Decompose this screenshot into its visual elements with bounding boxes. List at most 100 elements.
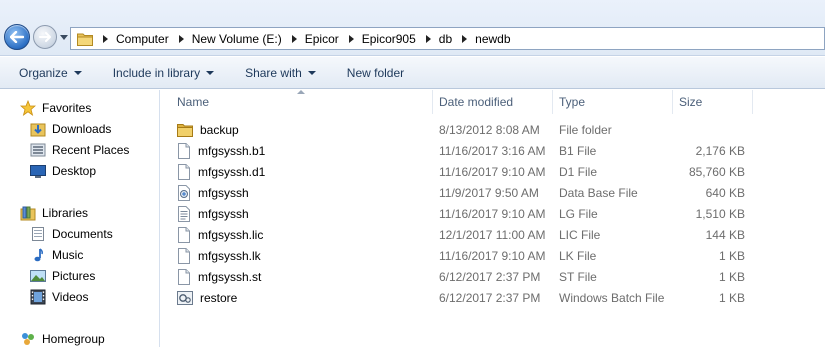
music-note-icon bbox=[34, 247, 43, 261]
database-file-icon bbox=[178, 184, 190, 201]
file-row[interactable]: mfgsyssh 11/9/2017 9:50 AM Data Base Fil… bbox=[161, 182, 825, 203]
nav-documents[interactable]: Documents bbox=[30, 223, 113, 244]
column-header-type[interactable]: Type bbox=[553, 90, 673, 114]
nav-videos[interactable]: Videos bbox=[30, 286, 88, 307]
batch-file-icon bbox=[177, 290, 193, 305]
file-name: backup bbox=[200, 122, 239, 137]
chevron-down-icon bbox=[73, 70, 82, 75]
breadcrumb-separator-icon[interactable] bbox=[291, 34, 297, 43]
new-folder-button[interactable]: New folder bbox=[337, 57, 414, 88]
address-box[interactable]: Computer New Volume (E:) Epicor Epicor90… bbox=[70, 27, 825, 50]
nav-recent-places[interactable]: Recent Places bbox=[30, 139, 129, 160]
breadcrumb-epicor905[interactable]: Epicor905 bbox=[362, 32, 416, 46]
nav-pictures-label: Pictures bbox=[52, 268, 96, 283]
nav-videos-label: Videos bbox=[52, 289, 89, 304]
share-with-button[interactable]: Share with bbox=[235, 57, 326, 88]
file-row[interactable]: restore 6/12/2017 2:37 PM Windows Batch … bbox=[161, 287, 825, 308]
nav-recent-places-label: Recent Places bbox=[52, 142, 130, 157]
file-date: 12/1/2017 11:00 AM bbox=[439, 227, 546, 242]
back-arrow-icon bbox=[10, 31, 24, 43]
column-header-name-label: Name bbox=[177, 95, 210, 109]
file-icon bbox=[178, 247, 190, 264]
file-type: Data Base File bbox=[559, 185, 638, 200]
file-size: 1,510 KB bbox=[695, 206, 745, 221]
file-name-cell: mfgsyssh bbox=[177, 203, 249, 224]
nav-libraries[interactable]: Libraries bbox=[20, 202, 88, 223]
back-button[interactable] bbox=[4, 24, 30, 50]
file-date: 11/16/2017 3:16 AM bbox=[439, 143, 546, 158]
desktop-icon bbox=[30, 164, 46, 178]
column-header-type-label: Type bbox=[559, 95, 586, 109]
pictures-icon bbox=[30, 269, 46, 282]
breadcrumb-separator-icon[interactable] bbox=[103, 34, 108, 43]
breadcrumb-separator-icon[interactable] bbox=[348, 34, 354, 43]
file-name: mfgsyssh.lk bbox=[198, 248, 261, 263]
file-size: 144 KB bbox=[705, 227, 745, 242]
downloads-folder-icon bbox=[30, 123, 46, 136]
column-header-size-label: Size bbox=[679, 95, 703, 109]
breadcrumb-separator-icon[interactable] bbox=[178, 34, 184, 43]
nav-favorites-label: Favorites bbox=[42, 100, 92, 115]
breadcrumb-db[interactable]: db bbox=[439, 32, 452, 46]
file-name-cell: mfgsyssh.lk bbox=[177, 245, 261, 266]
file-row[interactable]: mfgsyssh.st 6/12/2017 2:37 PM ST File 1 … bbox=[161, 266, 825, 287]
nav-homegroup-label: Homegroup bbox=[42, 331, 105, 346]
file-name-cell: mfgsyssh.lic bbox=[177, 224, 263, 245]
file-name-cell: mfgsyssh bbox=[177, 182, 249, 203]
column-header-name[interactable]: Name bbox=[171, 90, 433, 114]
file-type: File folder bbox=[559, 122, 612, 137]
file-name: mfgsyssh.lic bbox=[198, 227, 264, 242]
forward-button[interactable] bbox=[33, 25, 57, 49]
breadcrumb-computer[interactable]: Computer bbox=[116, 32, 169, 46]
include-in-library-button[interactable]: Include in library bbox=[103, 57, 224, 88]
file-row[interactable]: mfgsyssh 11/16/2017 9:10 AM LG File 1,51… bbox=[161, 203, 825, 224]
nav-homegroup[interactable]: Homegroup bbox=[20, 328, 105, 347]
column-header-size[interactable]: Size bbox=[673, 90, 753, 114]
file-name-cell: mfgsyssh.d1 bbox=[177, 161, 265, 182]
file-date: 8/13/2012 8:08 AM bbox=[439, 122, 540, 137]
file-type: LK File bbox=[559, 248, 597, 263]
navigation-pane: Favorites Downloads Recent Places Deskto… bbox=[0, 90, 160, 347]
nav-favorites[interactable]: Favorites bbox=[20, 97, 91, 118]
organize-button[interactable]: Organize bbox=[9, 57, 92, 88]
file-type: LG File bbox=[559, 206, 598, 221]
file-date: 6/12/2017 2:37 PM bbox=[439, 269, 541, 284]
address-bar-region: Computer New Volume (E:) Epicor Epicor90… bbox=[0, 0, 825, 56]
breadcrumb-separator-icon[interactable] bbox=[425, 34, 431, 43]
chevron-down-icon bbox=[206, 70, 215, 75]
file-row[interactable]: mfgsyssh.lk 11/16/2017 9:10 AM LK File 1… bbox=[161, 245, 825, 266]
column-header-date-modified[interactable]: Date modified bbox=[433, 90, 553, 114]
forward-arrow-icon bbox=[39, 32, 51, 42]
file-row[interactable]: mfgsyssh.lic 12/1/2017 11:00 AM LIC File… bbox=[161, 224, 825, 245]
file-name-cell: restore bbox=[177, 287, 237, 308]
file-row[interactable]: backup 8/13/2012 8:08 AM File folder bbox=[161, 119, 825, 140]
nav-desktop[interactable]: Desktop bbox=[30, 160, 96, 181]
breadcrumb-separator-icon[interactable] bbox=[462, 34, 468, 43]
file-row[interactable]: mfgsyssh.b1 11/16/2017 3:16 AM B1 File 2… bbox=[161, 140, 825, 161]
file-name-cell: mfgsyssh.b1 bbox=[177, 140, 265, 161]
nav-pictures[interactable]: Pictures bbox=[30, 265, 95, 286]
file-date: 11/16/2017 9:10 AM bbox=[439, 206, 546, 221]
file-name: mfgsyssh.st bbox=[198, 269, 262, 284]
nav-downloads[interactable]: Downloads bbox=[30, 118, 111, 139]
libraries-icon bbox=[20, 206, 36, 220]
file-name: mfgsyssh bbox=[198, 185, 249, 200]
file-type: D1 File bbox=[559, 164, 598, 179]
file-date: 6/12/2017 2:37 PM bbox=[439, 290, 541, 305]
nav-documents-label: Documents bbox=[52, 226, 113, 241]
breadcrumb-epicor[interactable]: Epicor bbox=[305, 32, 339, 46]
command-toolbar: Organize Include in library Share with N… bbox=[0, 57, 825, 89]
file-size: 1 KB bbox=[718, 290, 745, 305]
nav-desktop-label: Desktop bbox=[52, 163, 97, 178]
recent-pages-dropdown[interactable] bbox=[60, 35, 68, 40]
nav-downloads-label: Downloads bbox=[52, 121, 112, 136]
breadcrumb-new-volume[interactable]: New Volume (E:) bbox=[192, 32, 282, 46]
nav-music[interactable]: Music bbox=[30, 244, 83, 265]
file-type: ST File bbox=[559, 269, 597, 284]
breadcrumb-newdb[interactable]: newdb bbox=[475, 32, 510, 46]
text-file-icon bbox=[178, 205, 190, 222]
file-date: 11/16/2017 9:10 AM bbox=[439, 164, 546, 179]
file-type: B1 File bbox=[559, 143, 597, 158]
file-name: restore bbox=[200, 290, 238, 305]
file-row[interactable]: mfgsyssh.d1 11/16/2017 9:10 AM D1 File 8… bbox=[161, 161, 825, 182]
